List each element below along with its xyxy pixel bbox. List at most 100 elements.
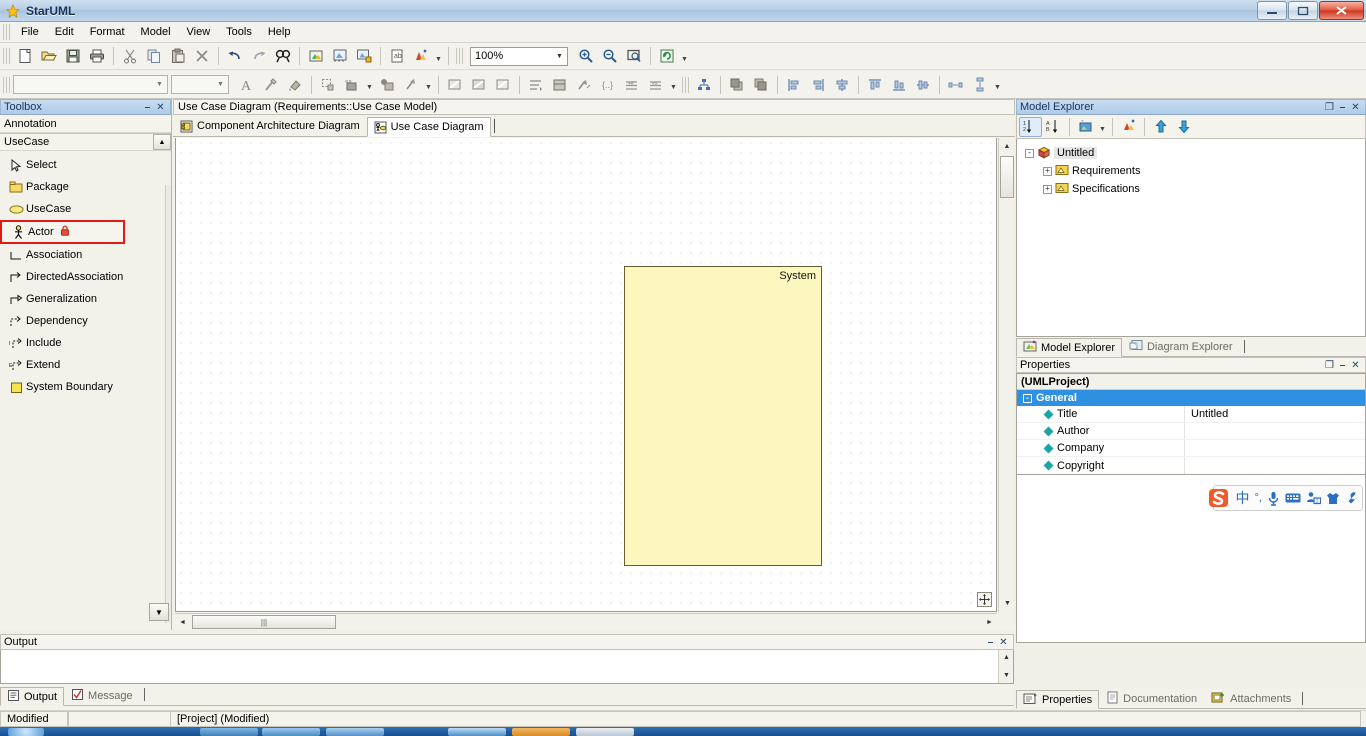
tab-output[interactable]: Output bbox=[0, 687, 65, 706]
align-middle-icon[interactable] bbox=[911, 73, 935, 96]
align-top-icon[interactable] bbox=[863, 73, 887, 96]
toolbox-collapse-button[interactable]: ▲ bbox=[153, 134, 171, 150]
align-left-icon[interactable] bbox=[782, 73, 806, 96]
filter-dropdown-arrow[interactable]: ▼ bbox=[1097, 115, 1108, 138]
menu-tools[interactable]: Tools bbox=[218, 23, 260, 41]
toolbox-group-annotation[interactable]: Annotation bbox=[0, 115, 171, 133]
refresh-dropdown-arrow[interactable]: ▼ bbox=[679, 45, 690, 68]
ime-mode-label[interactable]: 中 bbox=[1236, 488, 1250, 508]
close-button[interactable] bbox=[1319, 1, 1364, 20]
toolbox-item-actor[interactable]: Actor bbox=[0, 220, 125, 244]
fill-color-icon[interactable] bbox=[283, 73, 307, 96]
fill-icon[interactable] bbox=[375, 73, 399, 96]
pin-icon[interactable]: ⎯ bbox=[141, 102, 154, 113]
show-compartment-icon[interactable] bbox=[548, 73, 572, 96]
toolbox-scroll-down-button[interactable]: ▼ bbox=[149, 603, 169, 621]
stereotype-dropdown-arrow[interactable]: ▼ bbox=[364, 73, 375, 96]
toolbar-grip-standard[interactable] bbox=[3, 48, 10, 64]
output-vertical-scrollbar[interactable]: ▲ ▼ bbox=[998, 650, 1013, 683]
menu-file[interactable]: File bbox=[13, 23, 47, 41]
tab-attachments[interactable]: Attachments bbox=[1204, 689, 1298, 708]
bring-to-front-icon[interactable] bbox=[725, 73, 749, 96]
property-row-title[interactable]: Title Untitled bbox=[1017, 406, 1365, 423]
canvas-vertical-scrollbar[interactable]: ▲ ▼ bbox=[998, 138, 1015, 612]
property-row-author[interactable]: Author bbox=[1017, 423, 1365, 440]
font-family-dropdown-arrow[interactable]: ▼ bbox=[152, 81, 167, 88]
undo-icon[interactable] bbox=[223, 45, 247, 68]
show-property-icon[interactable]: +# bbox=[620, 73, 644, 96]
restore-icon[interactable]: ❐ bbox=[1323, 102, 1336, 113]
toolbox-item-extend[interactable]: E Extend bbox=[0, 354, 171, 376]
scroll-down-button[interactable]: ▼ bbox=[1000, 596, 1015, 611]
tree-row-requirements[interactable]: + Requirements bbox=[1025, 162, 1365, 180]
taskbar-item[interactable] bbox=[512, 728, 570, 736]
output-scroll-down-button[interactable]: ▼ bbox=[999, 668, 1014, 683]
tab-diagram-explorer[interactable]: Diagram Explorer bbox=[1122, 337, 1240, 356]
font-size-dropdown-arrow[interactable]: ▼ bbox=[213, 81, 228, 88]
property-row-company[interactable]: Company bbox=[1017, 440, 1365, 457]
taskbar-item[interactable] bbox=[262, 728, 320, 736]
tab-message[interactable]: Message bbox=[64, 686, 140, 705]
close-icon[interactable]: ✕ bbox=[1349, 360, 1362, 371]
tree-row-specifications[interactable]: + Specifications bbox=[1025, 180, 1365, 198]
line-style-icon[interactable] bbox=[259, 73, 283, 96]
property-value[interactable]: Untitled bbox=[1185, 408, 1228, 420]
layout-diagram-icon[interactable] bbox=[692, 73, 716, 96]
open-folder-icon[interactable] bbox=[37, 45, 61, 68]
menu-grip[interactable] bbox=[3, 24, 10, 40]
align-bottom-icon[interactable] bbox=[887, 73, 911, 96]
tab-documentation[interactable]: Documentation bbox=[1099, 689, 1204, 708]
paste-icon[interactable] bbox=[166, 45, 190, 68]
font-family-combo[interactable]: ▼ bbox=[13, 75, 168, 94]
close-icon[interactable]: ✕ bbox=[154, 102, 167, 113]
maximize-button[interactable] bbox=[1288, 1, 1318, 20]
user-panel-icon[interactable]: 1 bbox=[1306, 491, 1321, 505]
system-boundary-shape[interactable]: System bbox=[624, 266, 822, 566]
sort-by-order-icon[interactable]: 12 bbox=[1019, 116, 1042, 137]
toolbox-item-generalization[interactable]: Generalization bbox=[0, 288, 171, 310]
show-type-dropdown-arrow[interactable]: ▼ bbox=[668, 73, 679, 96]
align-right-icon[interactable] bbox=[806, 73, 830, 96]
move-down-icon[interactable] bbox=[1172, 117, 1195, 137]
pin-icon[interactable]: ⎯ bbox=[1336, 360, 1349, 371]
category-expander[interactable]: - bbox=[1023, 393, 1032, 403]
properties-category-general[interactable]: - General bbox=[1017, 390, 1365, 406]
close-icon[interactable]: ✕ bbox=[1349, 102, 1362, 113]
shape-icon[interactable] bbox=[316, 73, 340, 96]
tab-use-case-diagram[interactable]: Use Case Diagram bbox=[366, 117, 491, 137]
diagram-canvas[interactable]: System bbox=[175, 138, 997, 612]
scroll-up-button[interactable]: ▲ bbox=[1000, 139, 1015, 154]
tree-expander[interactable]: + bbox=[1043, 166, 1052, 176]
redo-icon[interactable] bbox=[247, 45, 271, 68]
menu-edit[interactable]: Edit bbox=[47, 23, 82, 41]
zoom-in-icon[interactable] bbox=[574, 45, 598, 68]
word-wrap-icon[interactable] bbox=[524, 73, 548, 96]
sort-alphabetically-icon[interactable]: AB bbox=[1042, 117, 1065, 137]
keyboard-icon[interactable] bbox=[1285, 492, 1301, 504]
font-color-icon[interactable]: A bbox=[235, 73, 259, 96]
tab-properties[interactable]: Properties bbox=[1016, 690, 1100, 709]
toolbox-item-system-boundary[interactable]: System Boundary bbox=[0, 376, 171, 398]
line-arrow-dropdown-arrow[interactable]: ▼ bbox=[423, 73, 434, 96]
pin-icon[interactable]: ⎯ bbox=[984, 637, 997, 648]
font-size-combo[interactable]: ▼ bbox=[171, 75, 229, 94]
move-up-icon[interactable] bbox=[1149, 117, 1172, 137]
profile-icon[interactable] bbox=[409, 45, 433, 68]
refresh-icon[interactable] bbox=[655, 45, 679, 68]
new-file-icon[interactable] bbox=[13, 45, 37, 68]
toolbar-grip-format[interactable] bbox=[3, 76, 10, 93]
find-icon[interactable] bbox=[271, 45, 295, 68]
close-icon[interactable]: ✕ bbox=[997, 637, 1010, 648]
filter-icon[interactable]: "" bbox=[1074, 117, 1097, 137]
tree-row-untitled[interactable]: - Untitled bbox=[1025, 144, 1365, 162]
toolbox-group-usecase[interactable]: UseCase ▲ bbox=[0, 133, 171, 151]
toolbox-wrench-icon[interactable] bbox=[1345, 491, 1359, 505]
show-namespace-icon[interactable]: {..} bbox=[596, 73, 620, 96]
output-scroll-up-button[interactable]: ▲ bbox=[999, 650, 1014, 665]
taskbar-item[interactable] bbox=[200, 728, 258, 736]
space-horizontally-icon[interactable] bbox=[944, 73, 968, 96]
property-row-copyright[interactable]: Copyright bbox=[1017, 457, 1365, 474]
zoom-dropdown-arrow[interactable]: ▼ bbox=[552, 53, 567, 60]
skin-icon[interactable] bbox=[1326, 491, 1340, 505]
toolbox-item-usecase[interactable]: UseCase bbox=[0, 198, 171, 220]
